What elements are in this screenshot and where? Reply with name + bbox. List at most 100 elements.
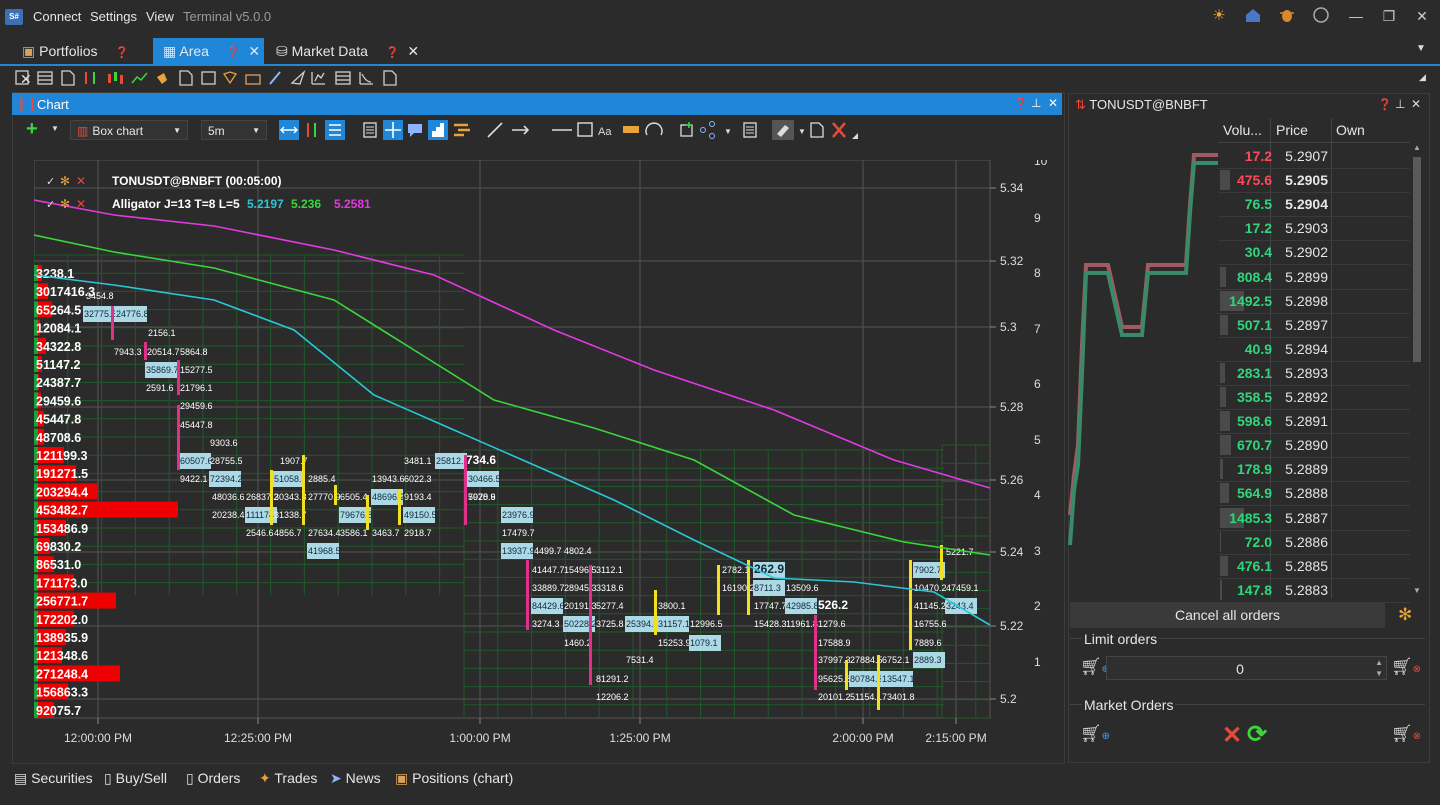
box-label: 29459.6 xyxy=(180,401,213,411)
box-label: 81291.2 xyxy=(596,674,629,684)
toolbar-overflow-icon[interactable]: ◢ xyxy=(1419,72,1426,83)
window-title: Terminal v5.0.0 xyxy=(183,9,272,24)
help-icon[interactable]: ❓ xyxy=(227,47,241,59)
title-bar: S# Connect Settings View Terminal v5.0.0… xyxy=(0,0,1440,34)
box-label: 21796.1 xyxy=(180,383,213,393)
column-own[interactable]: Own xyxy=(1336,122,1365,138)
close-panel-icon[interactable]: ✕ xyxy=(1048,96,1058,110)
box-body xyxy=(747,560,750,615)
menu-settings[interactable]: Settings xyxy=(90,9,137,24)
legend-gear-icon[interactable]: ✻ xyxy=(60,174,70,188)
tab-buy-sell[interactable]: ▯ Buy/Sell xyxy=(104,770,167,787)
tab-portfolios[interactable]: ▣ Portfolios ❓ ✕ xyxy=(16,38,148,87)
box-label: 7943.3 xyxy=(114,347,142,357)
volume-profile-label: 271248.4 xyxy=(36,667,88,681)
limit-price-input[interactable]: 0 ▲ ▼ xyxy=(1106,656,1387,680)
box-chart[interactable]: 3238.13017416.365264.512084.134322.85114… xyxy=(34,160,1060,748)
reverse-position-icon[interactable]: ⟳ xyxy=(1247,720,1267,749)
pin-icon[interactable]: ⊥ xyxy=(1395,97,1405,111)
paper-plane-icon: ➤ xyxy=(330,770,342,786)
pin-icon[interactable]: ⊥ xyxy=(1031,96,1041,110)
close-tab-icon[interactable]: ✕ xyxy=(407,43,419,59)
briefcase-icon: ▣ xyxy=(395,770,409,786)
scrollbar-thumb[interactable] xyxy=(1413,157,1421,362)
volume-profile-label: 69830.2 xyxy=(36,540,81,554)
close-tab-icon[interactable]: ✕ xyxy=(248,43,260,59)
volume-profile-label: 48708.6 xyxy=(36,431,81,445)
close-position-icon[interactable]: ✕ xyxy=(1222,721,1242,750)
sun-icon[interactable]: ☀ xyxy=(1209,6,1229,26)
box-label: 2546.6 xyxy=(246,528,274,538)
tab-area[interactable]: ▦ Area ❓ ✕ xyxy=(153,38,264,64)
tab-securities[interactable]: ▤ Securities xyxy=(14,770,93,787)
bug-icon[interactable] xyxy=(1277,6,1297,26)
chart-tools-icons[interactable]: Aa ▼ ▼ ◢ xyxy=(278,119,858,141)
tabs-dropdown-icon[interactable]: ▼ xyxy=(1416,43,1426,54)
box-body xyxy=(464,455,467,525)
order-book-scrollbar[interactable]: ▲ ▼ xyxy=(1411,143,1423,598)
close-panel-icon[interactable]: ✕ xyxy=(1411,97,1421,111)
box-label: 7889.6 xyxy=(914,638,942,648)
y2-tick-label: 4 xyxy=(1034,488,1041,502)
add-element-icon[interactable]: + xyxy=(26,118,38,141)
market-sell-cart-icon[interactable]: 🛒︎⊗ xyxy=(1391,724,1421,744)
tab-market-data[interactable]: ⛁ Market Data ❓ ✕ xyxy=(270,38,420,64)
candle-icon: ❙❙ xyxy=(16,96,38,111)
column-volume[interactable]: Volu... xyxy=(1223,122,1262,138)
chat-icon[interactable] xyxy=(1311,6,1331,26)
limit-orders-label: Limit orders xyxy=(1082,631,1160,647)
add-dropdown-icon[interactable]: ▼ xyxy=(51,124,59,133)
order-price: 5.2891 xyxy=(1285,413,1328,430)
market-buy-cart-icon[interactable]: 🛒︎⊕ xyxy=(1080,724,1110,744)
help-icon[interactable]: ❓ xyxy=(386,47,400,59)
chart-type-select[interactable]: ▥ Box chart ▼ xyxy=(70,120,188,140)
legend-remove-icon[interactable]: ✕ xyxy=(76,174,86,188)
tab-orders[interactable]: ▯ Orders xyxy=(186,770,240,787)
legend-gear-icon[interactable]: ✻ xyxy=(60,197,70,211)
order-volume: 17.2 xyxy=(1244,220,1272,237)
order-price: 5.2897 xyxy=(1285,316,1328,333)
box-label: 45447.8 xyxy=(180,420,213,430)
help-icon[interactable]: ❓ xyxy=(1378,98,1392,111)
sell-cart-icon[interactable]: 🛒︎⊗ xyxy=(1391,657,1421,677)
order-volume: 598.6 xyxy=(1236,413,1272,430)
help-icon[interactable]: ❓ xyxy=(115,47,129,59)
legend-remove-icon[interactable]: ✕ xyxy=(76,197,86,211)
volume-profile-label: 51147.2 xyxy=(36,358,81,372)
toolbar-icons[interactable] xyxy=(14,69,404,87)
order-price: 5.2889 xyxy=(1285,461,1328,478)
menu-view[interactable]: View xyxy=(146,9,174,24)
tab-news[interactable]: ➤ News xyxy=(330,770,381,787)
order-volume: 76.5 xyxy=(1244,196,1272,213)
stepper-icon[interactable]: ▲ ▼ xyxy=(1375,657,1383,679)
column-price[interactable]: Price xyxy=(1276,122,1308,138)
order-price: 5.2890 xyxy=(1285,437,1328,454)
tab-trades[interactable]: ✦ Trades xyxy=(259,770,317,787)
volume-profile-label: 153486.9 xyxy=(36,522,88,536)
cancel-all-orders-button[interactable]: Cancel all orders xyxy=(1070,602,1385,628)
box-label: 13509.6 xyxy=(786,583,819,593)
close-icon[interactable]: ✕ xyxy=(1412,6,1432,26)
home-icon[interactable] xyxy=(1243,6,1263,26)
tab-positions-chart[interactable]: ▣ Positions (chart) xyxy=(395,770,513,787)
box-label: 4499.7 xyxy=(534,546,562,556)
volume-profile-label: 65264.5 xyxy=(36,303,81,317)
legend-check-icon[interactable]: ✓ xyxy=(46,176,55,188)
main-toolbar: ◢ xyxy=(0,66,1440,90)
scroll-down-icon[interactable]: ▼ xyxy=(1413,586,1421,595)
order-volume: 30.4 xyxy=(1244,244,1272,261)
help-icon[interactable]: ❓ xyxy=(1014,97,1028,110)
box-label: 3463.7 xyxy=(372,528,400,538)
menu-connect[interactable]: Connect xyxy=(33,9,81,24)
minimize-icon[interactable]: — xyxy=(1346,6,1366,26)
settings-gear-icon[interactable]: ✻ xyxy=(1398,605,1412,625)
timeframe-select[interactable]: 5m ▼ xyxy=(201,120,267,140)
box-label: 25394.8 xyxy=(626,619,659,629)
box-body xyxy=(654,590,657,635)
scroll-up-icon[interactable]: ▲ xyxy=(1413,143,1421,152)
maximize-icon[interactable]: ❐ xyxy=(1379,6,1399,26)
y2-tick-label: 3 xyxy=(1034,544,1041,558)
box-label: 15253.9 xyxy=(658,638,691,648)
volume-profile-label: 191271.5 xyxy=(36,467,88,481)
legend-check-icon[interactable]: ✓ xyxy=(46,199,55,211)
